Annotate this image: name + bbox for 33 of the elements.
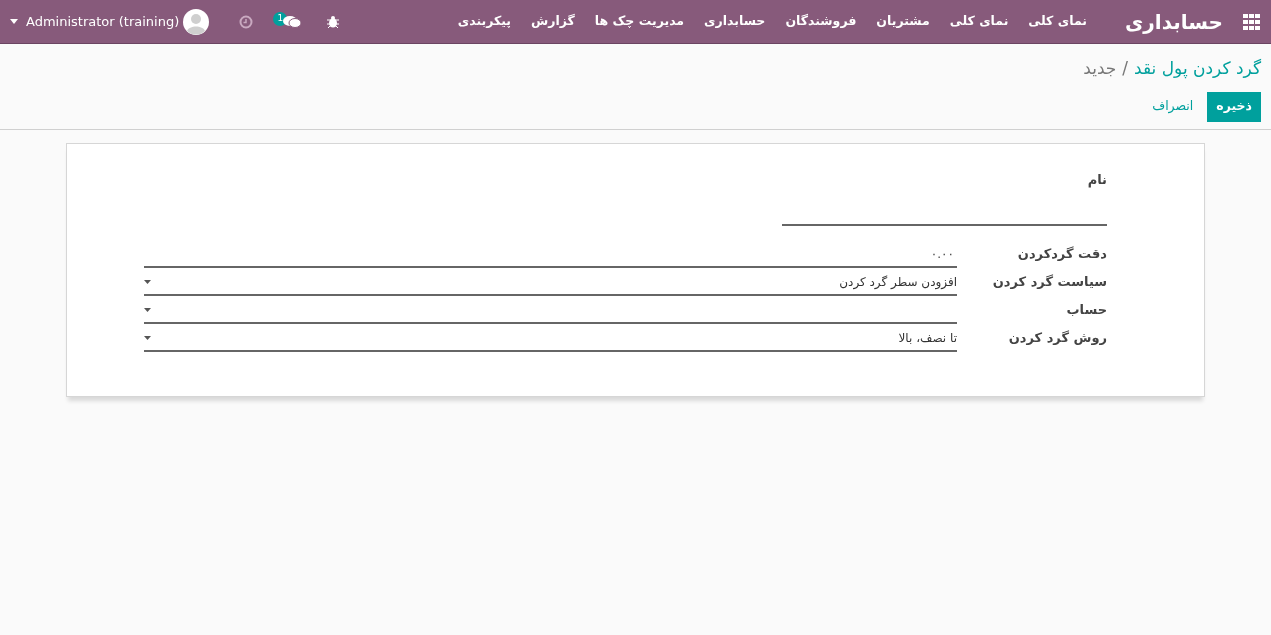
avatar-icon xyxy=(183,8,210,35)
menu-item[interactable]: نمای کلی xyxy=(1028,12,1087,31)
discard-button[interactable]: انصراف xyxy=(1146,91,1200,122)
breadcrumb-link[interactable]: گرد کردن پول نقد xyxy=(1134,56,1261,82)
menu-item[interactable]: مشتریان xyxy=(876,12,930,31)
field-label: دقت گردکردن xyxy=(1016,245,1107,263)
caret-icon xyxy=(144,279,151,284)
save-button[interactable]: ذخیره xyxy=(1207,91,1261,122)
input-field[interactable]: ۰.۰۰ xyxy=(144,241,957,268)
name-label: نام xyxy=(1086,171,1107,190)
breadcrumb-separator: / xyxy=(1122,57,1129,80)
menu-item[interactable]: فروشندگان xyxy=(785,12,857,31)
dropdown-field[interactable]: تا نصف، بالا xyxy=(144,325,957,352)
user-menu[interactable]: Administrator (training) xyxy=(10,8,210,35)
dropdown-field[interactable]: افزودن سطر گرد کردن xyxy=(144,269,957,296)
menu-item[interactable]: گزارش xyxy=(531,12,575,31)
caret-icon xyxy=(144,307,151,312)
menu-item[interactable]: پیکربندی xyxy=(457,12,512,31)
field-label: سیاست گرد کردن xyxy=(991,273,1107,291)
field-label: حساب xyxy=(1065,301,1107,319)
breadcrumb-current: جدید xyxy=(1083,57,1117,80)
chat-icon xyxy=(283,14,302,29)
caret-icon xyxy=(10,19,18,24)
menu-item[interactable]: حسابداری xyxy=(704,12,766,31)
field-label: روش گرد کردن xyxy=(1007,329,1107,347)
app-title: حسابداری xyxy=(1124,8,1223,36)
apps-grid-icon[interactable] xyxy=(1243,13,1261,30)
bug-icon[interactable] xyxy=(327,15,340,28)
clock-icon[interactable] xyxy=(239,14,254,29)
caret-icon xyxy=(144,335,151,340)
menu-item[interactable]: مدیریت چک ها xyxy=(594,12,685,31)
messages-button[interactable]: 1 xyxy=(273,11,304,32)
menu-item[interactable]: نمای کلی xyxy=(949,12,1009,31)
